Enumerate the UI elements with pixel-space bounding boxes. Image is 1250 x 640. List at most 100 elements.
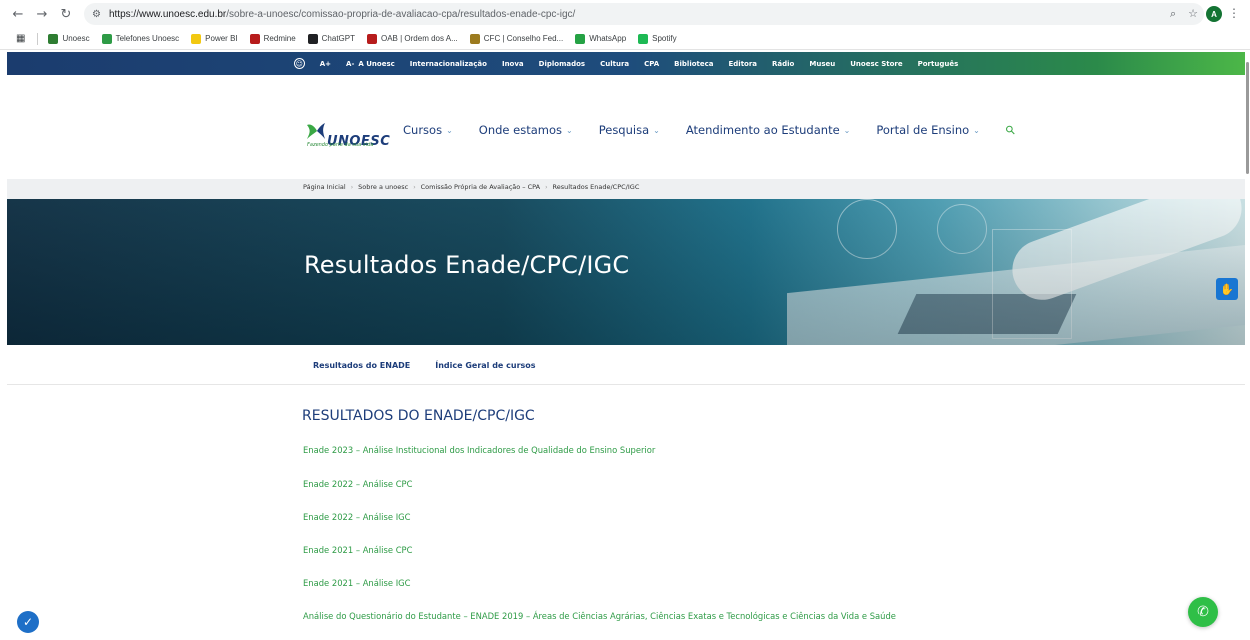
bookmark-item[interactable]: Telefones Unoesc	[101, 33, 180, 44]
bookmark-label: Redmine	[263, 34, 296, 43]
topbar-link[interactable]: Rádio	[772, 60, 794, 68]
apps-grid-icon[interactable]: ▦	[16, 33, 25, 44]
bookmark-label: OAB | Ordem dos A...	[381, 34, 458, 43]
bookmark-star-icon[interactable]: ☆	[1188, 7, 1198, 21]
hero-banner: Resultados Enade/CPC/IGC	[7, 199, 1245, 345]
bookmark-item[interactable]: Spotify	[638, 33, 677, 44]
url-host: https://www.unoesc.edu.br	[108, 8, 227, 20]
breadcrumb-separator-icon: ›	[350, 183, 354, 191]
chevron-down-icon: ⌄	[446, 125, 453, 135]
bookmark-label: Power BI	[205, 34, 238, 43]
section-tab[interactable]: Índice Geral de cursos	[435, 361, 535, 370]
bookmark-item[interactable]: OAB | Ordem dos A...	[367, 33, 458, 44]
cookie-consent-icon[interactable]: ✓	[17, 611, 39, 633]
topbar-link[interactable]: Português	[918, 60, 959, 68]
nav-item-label: Portal de Ensino	[876, 123, 970, 137]
topbar-link[interactable]: CPA	[644, 60, 659, 68]
bookmark-favicon-icon	[101, 33, 112, 44]
accessibility-icon[interactable]: ☺	[293, 58, 305, 69]
topbar-link[interactable]: Editora	[729, 60, 758, 68]
topbar-link[interactable]: Diplomados	[539, 60, 585, 68]
section-divider	[7, 384, 1245, 385]
bookmark-favicon-icon	[191, 33, 202, 44]
nav-item-label: Atendimento ao Estudante	[685, 123, 840, 137]
profile-avatar[interactable]: A	[1206, 6, 1222, 22]
font-increase-button[interactable]: A+	[320, 60, 331, 68]
topbar-link[interactable]: Inova	[502, 60, 524, 68]
bookmarks-bar: ▦ Unoesc Telefones Unoesc Power BI Redmine C…	[0, 28, 1250, 50]
bookmark-label: WhatsApp	[589, 34, 627, 43]
bookmark-item[interactable]: WhatsApp	[575, 33, 627, 44]
logo-tagline: Fazendo parte da sua vida	[307, 142, 374, 148]
site-settings-icon[interactable]: ⚙	[92, 9, 101, 20]
scrollbar-thumb[interactable]	[1246, 62, 1249, 174]
site-topbar: ☺ A+ A- A Unoesc Internacionalização Inova…	[7, 52, 1245, 75]
bookmark-label: Telefones Unoesc	[115, 34, 180, 43]
bookmark-label: ChatGPT	[321, 34, 355, 43]
nav-item[interactable]: Pesquisa ⌄	[599, 123, 660, 137]
menu-kebab-icon[interactable]: ⋮	[1228, 6, 1240, 20]
bookmark-label: Spotify	[652, 34, 677, 43]
section-tabs: Resultados do ENADE Índice Geral de curso…	[313, 361, 536, 370]
bookmark-favicon-icon	[48, 33, 59, 44]
result-link[interactable]: Enade 2021 – Análise CPC	[303, 545, 412, 555]
font-decrease-button[interactable]: A-	[346, 60, 354, 68]
topbar-link[interactable]: Cultura	[600, 60, 629, 68]
nav-item[interactable]: Atendimento ao Estudante ⌄	[686, 123, 851, 137]
browser-toolbar: ← → ↻ ⚙ https://www.unoesc.edu.br/sobre-…	[0, 0, 1250, 28]
bookmark-item[interactable]: Redmine	[249, 33, 296, 44]
breadcrumb-item[interactable]: Sobre a unoesc	[358, 183, 408, 191]
topbar-link[interactable]: Internacionalização	[410, 60, 487, 68]
chevron-down-icon: ⌄	[653, 125, 660, 135]
back-icon[interactable]: ←	[8, 4, 28, 24]
chevron-down-icon: ⌄	[973, 125, 980, 135]
sign-language-icon[interactable]: ✋	[1216, 278, 1238, 300]
forward-icon[interactable]: →	[32, 4, 52, 24]
topbar-link[interactable]: Unoesc Store	[850, 60, 902, 68]
breadcrumb-item[interactable]: Página Inicial	[303, 183, 346, 191]
breadcrumb-item: Resultados Enade/CPC/IGC	[552, 183, 640, 191]
nav-item-label: Cursos	[403, 123, 443, 137]
result-link[interactable]: Enade 2023 – Análise Institucional dos I…	[303, 445, 655, 455]
chevron-down-icon: ⌄	[566, 125, 573, 135]
breadcrumb-item[interactable]: Comissão Própria de Avaliação – CPA	[421, 183, 541, 191]
reload-icon[interactable]: ↻	[56, 4, 76, 24]
breadcrumb: Página Inicial › Sobre a unoesc › Comissão P…	[303, 183, 639, 191]
breadcrumb-separator-icon: ›	[413, 183, 416, 191]
nav-item[interactable]: Onde estamos ⌄	[479, 123, 573, 137]
result-link[interactable]: Enade 2021 – Análise IGC	[303, 578, 411, 588]
result-link[interactable]: Enade 2022 – Análise CPC	[303, 479, 412, 489]
unoesc-logo[interactable]: UNOESC Fazendo parte da sua vida	[305, 121, 395, 149]
bookmark-favicon-icon	[638, 33, 649, 44]
bookmark-favicon-icon	[307, 33, 318, 44]
result-link[interactable]: Enade 2022 – Análise IGC	[303, 512, 411, 522]
url-path: /sobre-a-unoesc/comissao-propria-de-aval…	[226, 8, 576, 20]
nav-item[interactable]: Portal de Ensino ⌄	[876, 123, 980, 137]
bookmark-item[interactable]: Power BI	[191, 33, 238, 44]
result-link[interactable]: Análise do Questionário do Estudante – E…	[303, 611, 896, 621]
bookmark-favicon-icon	[367, 33, 377, 44]
topbar-link[interactable]: A Unoesc	[358, 60, 394, 68]
bookmarks-divider	[37, 32, 39, 45]
logo-mark-icon	[307, 123, 325, 139]
whatsapp-icon[interactable]: ✆	[1188, 597, 1218, 627]
topbar-link[interactable]: Museu	[809, 60, 835, 68]
main-nav: Cursos ⌄ Onde estamos ⌄ Pesquisa ⌄ Atendimento…	[403, 122, 1018, 138]
section-tab[interactable]: Resultados do ENADE	[313, 361, 410, 370]
bookmark-label: CFC | Conselho Fed...	[483, 34, 564, 43]
bookmark-list: Unoesc Telefones Unoesc Power BI Redmine Cha…	[48, 33, 688, 44]
zoom-icon[interactable]: ⌕	[1170, 7, 1176, 21]
bookmark-favicon-icon	[469, 33, 480, 44]
bookmark-label: Unoesc	[62, 34, 90, 43]
nav-item[interactable]: Cursos ⌄	[403, 123, 453, 137]
topbar-link[interactable]: Biblioteca	[674, 60, 713, 68]
bookmark-favicon-icon	[249, 33, 260, 44]
page-title: Resultados Enade/CPC/IGC	[304, 251, 630, 279]
bookmark-item[interactable]: CFC | Conselho Fed...	[469, 33, 564, 44]
nav-item-label: Onde estamos	[478, 123, 563, 137]
nav-item-label: Pesquisa	[598, 123, 650, 137]
bookmark-item[interactable]: Unoesc	[48, 33, 90, 44]
breadcrumb-separator-icon: ›	[545, 183, 548, 191]
address-bar[interactable]: ⚙ https://www.unoesc.edu.br/sobre-a-unoe…	[84, 3, 1204, 25]
bookmark-item[interactable]: ChatGPT	[307, 33, 355, 44]
